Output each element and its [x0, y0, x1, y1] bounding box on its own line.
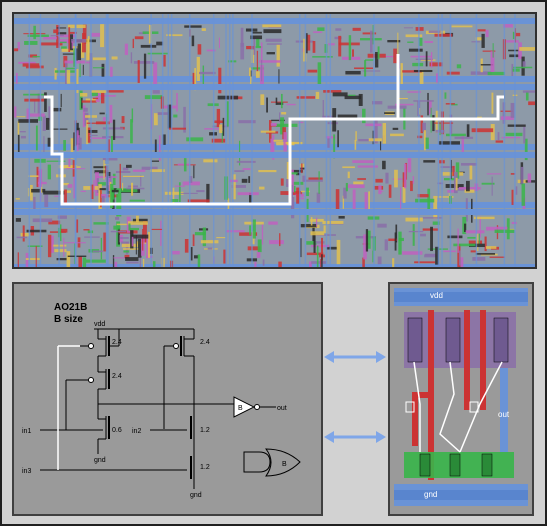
cell-name-label: AO21B: [54, 302, 87, 313]
chip-layout-graphic: [14, 14, 535, 267]
gnd-label-left: gnd: [94, 457, 106, 464]
input-in3-label: in3: [22, 468, 31, 475]
size-p-top-left: 2.4: [112, 339, 122, 346]
pmos-top-right: 2.4: [173, 329, 210, 404]
output-label: out: [277, 405, 287, 412]
gate-symbol-label: B: [282, 461, 287, 468]
poly-gate-2: [464, 310, 470, 410]
input-in1-label: in1: [22, 428, 31, 435]
size-p-mid-left: 2.4: [112, 373, 122, 380]
size-n-in2: 1.2: [200, 427, 210, 434]
figure-frame: AO21B B size vdd 2.4 2.4 2.4 0.6 gnd in1…: [0, 0, 547, 526]
zoom-arrows: [324, 351, 386, 443]
cell-layout-graphic: vdd gnd out: [394, 288, 528, 506]
nmos-in2: 1.2: [190, 404, 210, 452]
output-buffer: B out: [233, 396, 287, 418]
schematic-view: AO21B B size vdd 2.4 2.4 2.4 0.6 gnd in1…: [12, 282, 323, 516]
transistor-schematic: AO21B B size vdd 2.4 2.4 2.4 0.6 gnd in1…: [22, 302, 301, 499]
size-n-in1: 0.6: [112, 427, 122, 434]
nmos-in3: 1.2 gnd: [190, 452, 210, 499]
ao21-gate-symbol: B: [243, 448, 301, 477]
pmos-mid-left: 2.4: [80, 356, 122, 404]
gnd-label-right: gnd: [190, 492, 202, 499]
pmos-top-left: 2.4: [80, 329, 122, 357]
cell-layout-view: vdd gnd out: [388, 282, 534, 516]
cell-size-label: B size: [54, 314, 83, 325]
size-p-top-right: 2.4: [200, 339, 210, 346]
buffer-label: B: [238, 405, 243, 412]
size-n-in3: 1.2: [200, 464, 210, 471]
vdd-label: vdd: [94, 321, 105, 328]
chip-layout-view: [12, 12, 537, 269]
input-in2-label: in2: [132, 428, 141, 435]
cell-gnd-label: gnd: [424, 490, 437, 499]
cell-out-label: out: [498, 410, 510, 419]
nmos-in1: 0.6 gnd: [94, 404, 122, 464]
cell-vdd-label: vdd: [430, 291, 443, 300]
